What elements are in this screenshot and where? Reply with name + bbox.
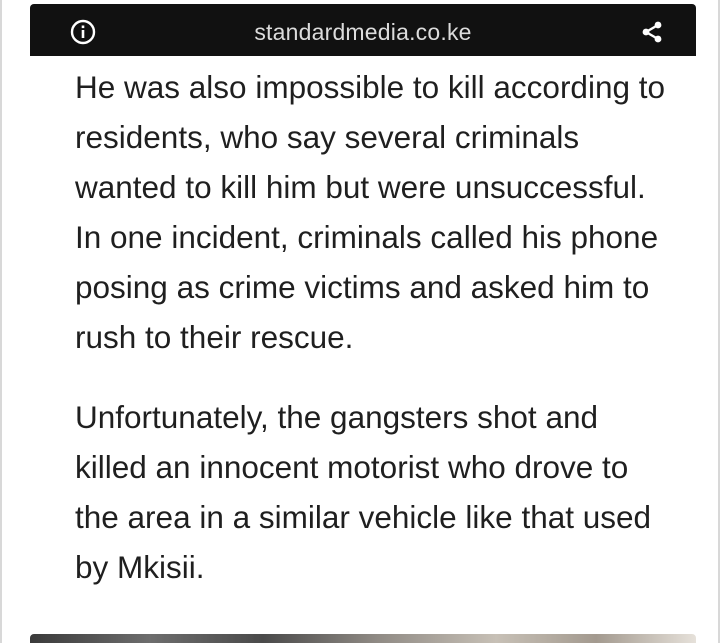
share-icon	[642, 21, 662, 43]
page-frame: standardmedia.co.ke He was also impossib…	[0, 0, 720, 643]
site-domain: standardmedia.co.ke	[254, 19, 472, 45]
article-paragraph-2: Unfortunately, the gangsters shot and ki…	[75, 399, 652, 585]
article-paragraph-1: He was also impossible to kill according…	[75, 69, 666, 355]
article-image-preview	[30, 634, 696, 643]
article-body: He was also impossible to kill according…	[75, 62, 675, 592]
share-button[interactable]	[638, 17, 668, 47]
site-header-bar: standardmedia.co.ke	[30, 4, 696, 56]
